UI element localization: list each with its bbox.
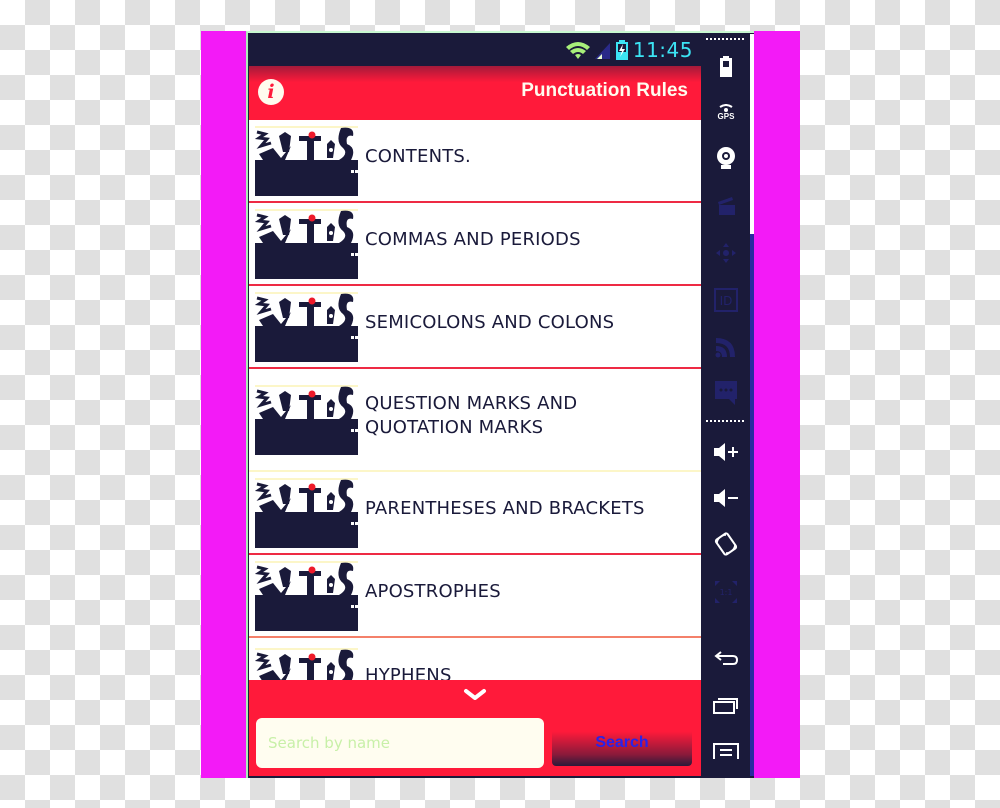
battery-charging-icon bbox=[615, 40, 628, 60]
list-item-label: APOSTROPHES bbox=[365, 581, 501, 602]
webcam-icon[interactable] bbox=[702, 146, 750, 170]
punctuation-thumbnail bbox=[255, 478, 358, 548]
info-icon[interactable]: i bbox=[258, 79, 284, 105]
list-item-label: PARENTHESES AND BRACKETS bbox=[365, 498, 645, 519]
punctuation-thumbnail bbox=[255, 209, 358, 279]
rules-list: CONTENTS. COMMAS AND PERIODS SEMICOLONS … bbox=[249, 120, 701, 721]
list-item[interactable]: APOSTROPHES bbox=[249, 555, 701, 638]
gps-icon[interactable]: GPS bbox=[702, 104, 750, 121]
svg-text:1:1: 1:1 bbox=[720, 588, 733, 597]
search-panel: Search bbox=[249, 680, 701, 776]
recent-apps-icon[interactable] bbox=[702, 696, 750, 714]
rotate-icon[interactable] bbox=[702, 532, 750, 556]
battery-icon[interactable] bbox=[702, 56, 750, 78]
punctuation-thumbnail bbox=[255, 292, 358, 362]
status-bar: 11:45 bbox=[249, 34, 701, 66]
punctuation-thumbnail bbox=[255, 385, 358, 455]
gps-label: GPS bbox=[717, 112, 735, 121]
signal-icon bbox=[594, 43, 610, 59]
scale-icon[interactable]: 1:1 bbox=[702, 580, 750, 604]
right-magenta-border bbox=[754, 31, 800, 778]
emulator-side-toolbar: GPS ID 1:1 bbox=[702, 34, 750, 776]
clapperboard-icon[interactable] bbox=[702, 196, 750, 216]
list-item-label: CONTENTS. bbox=[365, 146, 471, 167]
search-button[interactable]: Search bbox=[552, 720, 692, 766]
dpad-icon[interactable] bbox=[702, 242, 750, 264]
list-item[interactable]: PARENTHESES AND BRACKETS bbox=[249, 472, 701, 555]
toolbar-divider bbox=[706, 420, 746, 422]
app-title: Punctuation Rules bbox=[521, 80, 688, 101]
menu-icon[interactable] bbox=[702, 742, 750, 760]
chat-icon[interactable] bbox=[702, 380, 750, 406]
punctuation-thumbnail bbox=[255, 561, 358, 631]
wifi-icon bbox=[565, 42, 590, 59]
chevron-down-icon[interactable] bbox=[463, 688, 487, 702]
list-item[interactable]: CONTENTS. bbox=[249, 120, 701, 203]
status-time: 11:45 bbox=[632, 38, 693, 62]
punctuation-thumbnail bbox=[255, 126, 358, 196]
app-screen: 11:45 i Punctuation Rules CONTENTS. COMM… bbox=[249, 34, 701, 776]
list-item-label: QUESTION MARKS AND QUOTATION MARKS bbox=[365, 393, 578, 438]
toolbar-divider bbox=[706, 38, 746, 40]
left-magenta-border bbox=[201, 31, 247, 778]
volume-up-icon[interactable] bbox=[702, 442, 750, 462]
id-icon[interactable]: ID bbox=[702, 288, 750, 312]
volume-down-icon[interactable] bbox=[702, 488, 750, 508]
svg-text:ID: ID bbox=[720, 294, 733, 308]
list-item-label: SEMICOLONS AND COLONS bbox=[365, 312, 615, 333]
list-item[interactable]: COMMAS AND PERIODS bbox=[249, 203, 701, 286]
device-edge-highlight bbox=[750, 34, 754, 234]
back-icon[interactable] bbox=[702, 650, 750, 666]
search-input[interactable] bbox=[256, 718, 544, 768]
rss-icon[interactable] bbox=[702, 336, 750, 358]
list-item[interactable]: QUESTION MARKS AND QUOTATION MARKS bbox=[249, 369, 701, 472]
action-bar: i Punctuation Rules bbox=[249, 66, 701, 120]
list-item[interactable]: SEMICOLONS AND COLONS bbox=[249, 286, 701, 369]
list-item-label: COMMAS AND PERIODS bbox=[365, 229, 581, 250]
